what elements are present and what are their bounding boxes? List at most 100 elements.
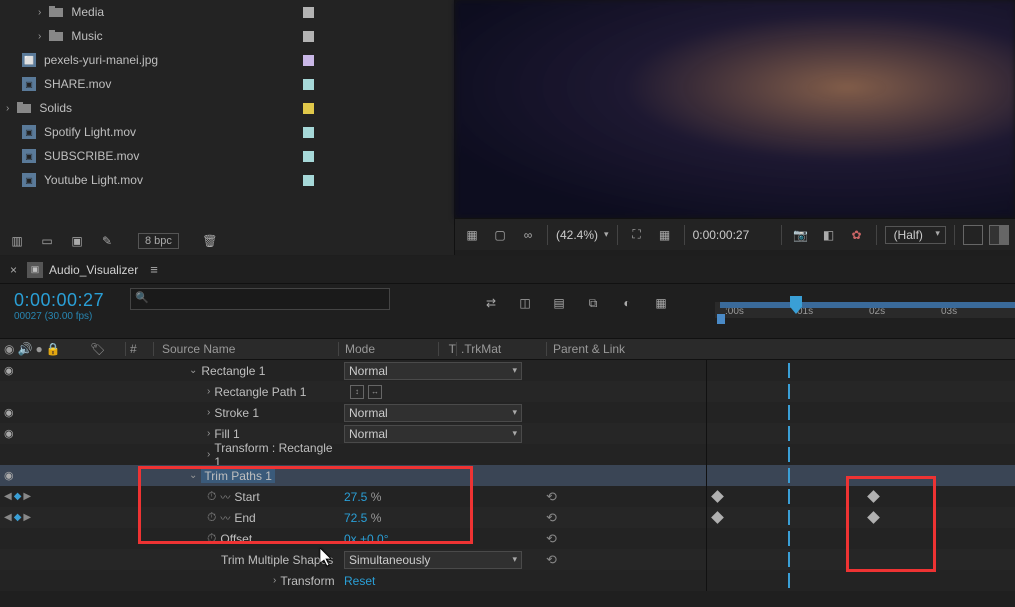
visibility-toggle[interactable]: ◉ (4, 469, 14, 482)
twirl-icon[interactable]: › (6, 103, 9, 114)
property-row-start[interactable]: ◀◆▶ ⏱ 〰 Start 27.5 % ⟲ (0, 486, 1015, 507)
property-value[interactable]: 72.5 % (344, 511, 381, 525)
twirl-right-icon[interactable]: › (207, 386, 210, 397)
xform-icon[interactable]: ↔ (368, 385, 382, 399)
solo-column-icon[interactable]: ● (35, 342, 42, 356)
color-label[interactable] (303, 55, 314, 66)
visibility-toggle[interactable]: ◉ (4, 427, 14, 440)
stopwatch-icon[interactable]: ⏱ (207, 510, 216, 525)
file-row[interactable]: ▣ Youtube Light.mov (0, 168, 454, 192)
panel-menu-icon[interactable]: ≡ (150, 262, 158, 277)
twirl-down-icon[interactable]: ⌄ (189, 365, 197, 376)
stopwatch-icon[interactable]: ⏱ (207, 489, 216, 504)
transparency-grid-icon[interactable]: ▦ (654, 224, 676, 246)
twirl-icon[interactable]: › (38, 31, 41, 42)
file-name[interactable]: Solids (39, 101, 454, 115)
work-area-bar[interactable] (720, 302, 1015, 308)
twirl-right-icon[interactable]: › (207, 428, 210, 439)
parent-link-column[interactable]: Parent & Link (546, 342, 706, 356)
pickwhip-icon[interactable]: ⟲ (546, 510, 557, 526)
composition-preview[interactable] (455, 0, 1015, 218)
expression-graph-icon[interactable]: 〰 (220, 489, 230, 504)
new-comp-icon[interactable]: ▣ (66, 230, 88, 252)
keyframe-diamond[interactable] (867, 490, 880, 503)
comp-flowchart-icon[interactable]: ⇄ (480, 292, 502, 314)
reset-button[interactable]: Reset (344, 574, 375, 588)
color-management-icon[interactable]: ✿ (846, 224, 868, 246)
work-area-start[interactable] (717, 314, 725, 324)
property-row-transform[interactable]: ›Transform Reset (0, 570, 1015, 591)
region-of-interest-button[interactable] (963, 225, 983, 245)
file-row[interactable]: ⬜ pexels-yuri-manei.jpg (0, 48, 454, 72)
snapshot-icon[interactable]: 📷 (790, 224, 812, 246)
t-column[interactable]: T (438, 342, 456, 356)
grid-guides-icon[interactable]: ▦ (461, 224, 483, 246)
file-row[interactable]: ▣ SUBSCRIBE.mov (0, 144, 454, 168)
toggle-mask-icon[interactable]: ▢ (489, 224, 511, 246)
prev-keyframe-icon[interactable]: ◀ (4, 512, 12, 523)
expression-graph-icon[interactable]: 〰 (220, 510, 230, 525)
color-label[interactable] (303, 7, 314, 18)
property-name[interactable]: End (234, 511, 255, 525)
pickwhip-icon[interactable]: ⟲ (546, 489, 557, 505)
file-name[interactable]: Youtube Light.mov (44, 173, 454, 187)
property-value[interactable]: 0x +0.0° (344, 532, 389, 546)
property-value[interactable]: 27.5 % (344, 490, 381, 504)
color-label[interactable] (303, 151, 314, 162)
video-column-icon[interactable]: ◉ (4, 342, 14, 356)
add-keyframe-icon[interactable]: ◆ (14, 512, 22, 523)
file-row[interactable]: › Music (0, 24, 454, 48)
trim-multiple-select[interactable]: Simultaneously (344, 551, 522, 569)
number-column[interactable]: # (125, 342, 153, 356)
keyframe-diamond[interactable] (711, 511, 724, 524)
keyframe-diamond[interactable] (711, 490, 724, 503)
next-keyframe-icon[interactable]: ▶ (23, 512, 31, 523)
motion-blur-icon[interactable]: ◐ (616, 292, 638, 314)
draft3d-icon[interactable]: ◫ (514, 292, 536, 314)
twirl-icon[interactable]: › (38, 7, 41, 18)
twirl-down-icon[interactable]: ⌄ (189, 470, 197, 481)
property-row-rectpath[interactable]: ›Rectangle Path 1 ↕↔ (0, 381, 1015, 402)
trkmat-column[interactable]: .TrkMat (456, 342, 546, 356)
twirl-right-icon[interactable]: › (207, 449, 210, 460)
current-time-display[interactable]: 0:00:00:27 00027 (30.00 fps) (0, 284, 130, 338)
property-name[interactable]: Start (234, 490, 259, 504)
blend-mode-select[interactable]: Normal (344, 425, 522, 443)
property-name[interactable]: Rectangle Path 1 (214, 385, 306, 399)
color-label[interactable] (303, 31, 314, 42)
delete-icon[interactable]: 🗑 (199, 230, 221, 252)
file-row[interactable]: › Solids (0, 96, 454, 120)
property-row-trimpaths[interactable]: ◉ ⌄Trim Paths 1 (0, 465, 1015, 486)
blend-mode-select[interactable]: Normal (344, 404, 522, 422)
toggle-alpha-button[interactable] (989, 225, 1009, 245)
close-panel-icon[interactable]: × (10, 263, 17, 277)
color-label[interactable] (303, 175, 314, 186)
file-row[interactable]: › Media (0, 0, 454, 24)
twirl-right-icon[interactable]: › (207, 407, 210, 418)
label-column-icon[interactable]: 🏷 (90, 342, 125, 356)
color-label[interactable] (303, 127, 314, 138)
property-name[interactable]: Trim Multiple Shapes (221, 553, 333, 567)
file-name[interactable]: Spotify Light.mov (44, 125, 454, 139)
3d-view-icon[interactable]: ∞ (517, 224, 539, 246)
file-name[interactable]: Media (71, 5, 454, 19)
property-name[interactable]: Offset (220, 532, 252, 546)
preview-timecode[interactable]: 0:00:00:27 (693, 228, 773, 242)
pickwhip-icon[interactable]: ⟲ (546, 552, 557, 568)
property-name[interactable]: Stroke 1 (214, 406, 259, 420)
color-label[interactable] (303, 79, 314, 90)
zoom-level[interactable]: (42.4%) (556, 228, 598, 242)
audio-column-icon[interactable]: 🔊 (17, 342, 32, 356)
blend-mode-select[interactable]: Normal (344, 362, 522, 380)
timeline-search-input[interactable] (130, 288, 390, 310)
property-row-transform-rect[interactable]: ›Transform : Rectangle 1 (0, 444, 1015, 465)
show-channel-icon[interactable]: ◧ (818, 224, 840, 246)
file-name[interactable]: Music (71, 29, 454, 43)
composition-tab-name[interactable]: Audio_Visualizer (49, 263, 138, 277)
file-row[interactable]: ▣ SHARE.mov (0, 72, 454, 96)
source-name-column[interactable]: Source Name (153, 342, 338, 356)
next-keyframe-icon[interactable]: ▶ (23, 491, 31, 502)
property-name[interactable]: Transform (280, 574, 334, 588)
property-name[interactable]: Rectangle 1 (201, 364, 265, 378)
add-keyframe-icon[interactable]: ◆ (14, 491, 22, 502)
